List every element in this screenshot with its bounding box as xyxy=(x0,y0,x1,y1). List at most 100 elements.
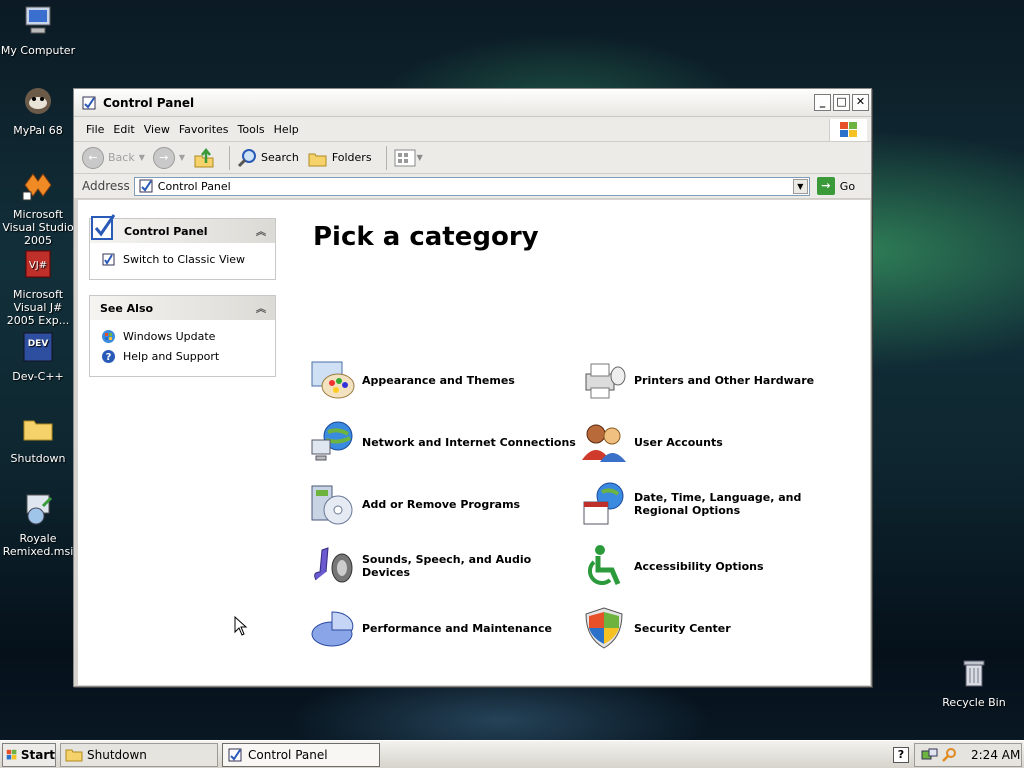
search-icon xyxy=(237,148,257,167)
category-user-accounts[interactable]: User Accounts xyxy=(580,418,850,466)
title-bar[interactable]: Control Panel _ □ ✕ xyxy=(74,89,871,117)
toolbar-separator xyxy=(385,145,387,170)
help-tray-icon[interactable]: ? xyxy=(893,747,909,763)
category-performance[interactable]: Performance and Maintenance xyxy=(308,604,578,652)
menu-help[interactable]: Help xyxy=(274,123,308,136)
svg-text:VJ#: VJ# xyxy=(29,260,47,271)
go-label: Go xyxy=(839,179,856,193)
desktop-icon-recycle-bin[interactable]: Recycle Bin xyxy=(934,656,1014,709)
category-date-time[interactable]: Date, Time, Language, and Regional Optio… xyxy=(580,480,850,528)
taskbox-header[interactable]: Control Panel ︽ xyxy=(90,214,275,243)
menu-file[interactable]: File xyxy=(74,123,113,136)
menu-bar: File Edit View Favorites Tools Help xyxy=(74,117,871,142)
minimize-button[interactable]: _ xyxy=(814,94,831,111)
taskbar-item-control-panel[interactable]: Control Panel xyxy=(222,742,380,767)
windows-update-link[interactable]: Windows Update xyxy=(90,326,275,346)
category-label: Network and Internet Connections xyxy=(362,435,576,449)
search-label: Search xyxy=(261,151,299,164)
help-icon: ? xyxy=(102,349,115,363)
search-tray-icon[interactable] xyxy=(941,747,957,763)
desktop-icon-visual-studio[interactable]: Microsoft Visual Studio 2005 xyxy=(0,168,78,247)
up-folder-button[interactable] xyxy=(193,147,215,169)
clock[interactable]: 2:24 AM xyxy=(971,748,1020,762)
category-add-remove[interactable]: Add or Remove Programs xyxy=(308,480,578,528)
views-icon xyxy=(394,149,416,166)
go-button[interactable]: → Go xyxy=(816,177,856,195)
menu-favorites[interactable]: Favorites xyxy=(179,123,238,136)
folders-label: Folders xyxy=(331,151,372,164)
page-title: Pick a category xyxy=(313,222,539,252)
desktop-icon-my-computer[interactable]: My Computer xyxy=(0,4,78,57)
network-tray-icon[interactable] xyxy=(921,747,939,763)
back-button[interactable]: ← Back ▼ xyxy=(82,146,145,169)
control-panel-large-icon xyxy=(91,214,116,240)
category-label: Security Center xyxy=(634,621,731,635)
visual-studio-icon xyxy=(22,173,52,201)
menu-tools[interactable]: Tools xyxy=(238,123,274,136)
address-field[interactable]: Control Panel ▼ xyxy=(133,176,810,196)
maximize-button[interactable]: □ xyxy=(833,94,850,111)
computer-icon xyxy=(25,6,51,34)
desktop-icon-visual-jsharp[interactable]: VJ# Microsoft Visual J# 2005 Exp... xyxy=(0,248,78,327)
switch-classic-view-label: Switch to Classic View xyxy=(123,252,246,266)
folders-button[interactable]: Folders xyxy=(307,147,372,169)
forward-button[interactable]: → ▼ xyxy=(152,146,185,169)
security-shield-icon xyxy=(585,607,623,649)
add-remove-icon xyxy=(311,485,353,525)
taskbox-header[interactable]: See Also ︽ xyxy=(90,296,275,320)
category-printers[interactable]: Printers and Other Hardware xyxy=(580,356,850,404)
sounds-icon xyxy=(314,547,353,583)
svg-text:DEV: DEV xyxy=(28,339,49,349)
desktop-icon-label: Royale Remixed.msi xyxy=(2,532,74,558)
go-arrow-icon: → xyxy=(816,177,835,195)
folder-icon xyxy=(65,749,83,761)
help-and-support-link[interactable]: ? Help and Support xyxy=(90,346,275,366)
devcpp-icon: DEV xyxy=(23,332,53,362)
chevron-down-icon: ▼ xyxy=(416,153,423,162)
category-label: Add or Remove Programs xyxy=(362,497,521,511)
desktop-icon-label: MyPal 68 xyxy=(13,124,63,137)
desktop-icon-devcpp[interactable]: DEV Dev-C++ xyxy=(0,330,78,383)
menu-view[interactable]: View xyxy=(144,123,179,136)
control-panel-taskbox: Control Panel ︽ Switch to Classic View xyxy=(89,214,276,280)
up-folder-icon xyxy=(194,147,214,167)
category-appearance[interactable]: Appearance and Themes xyxy=(308,356,578,404)
help-and-support-label: Help and Support xyxy=(123,349,220,363)
category-accessibility[interactable]: Accessibility Options xyxy=(580,542,850,590)
folders-icon xyxy=(308,153,327,166)
accessibility-icon xyxy=(587,545,621,586)
toolbar-separator xyxy=(229,145,231,170)
system-tray: 2:24 AM xyxy=(914,743,1022,767)
windows-update-label: Windows Update xyxy=(123,329,216,343)
taskbar: Start Shutdown Control Panel ? 2:24 AM xyxy=(0,740,1024,768)
control-panel-icon xyxy=(139,179,153,193)
taskbar-item-shutdown[interactable]: Shutdown xyxy=(60,742,218,767)
control-panel-icon xyxy=(82,96,96,109)
installer-icon xyxy=(26,494,53,525)
desktop-icon-mypal[interactable]: MyPal 68 xyxy=(0,84,78,137)
folder-icon xyxy=(23,420,53,441)
category-label: Appearance and Themes xyxy=(362,373,515,387)
category-security-center[interactable]: Security Center xyxy=(580,604,850,652)
performance-icon xyxy=(311,611,354,647)
toolbar: ← Back ▼ → ▼ Search Folders ▼ xyxy=(74,142,871,174)
desktop-icon-label: Shutdown xyxy=(10,452,66,465)
content-area: Control Panel ︽ Switch to Classic View S… xyxy=(78,200,870,685)
menu-edit[interactable]: Edit xyxy=(113,123,143,136)
taskbox-title: See Also xyxy=(100,301,154,315)
category-network[interactable]: Network and Internet Connections xyxy=(308,418,578,466)
search-button[interactable]: Search xyxy=(236,147,299,169)
category-sounds[interactable]: Sounds, Speech, and Audio Devices xyxy=(308,542,578,590)
switch-classic-view-link[interactable]: Switch to Classic View xyxy=(90,249,275,269)
address-value: Control Panel xyxy=(157,179,231,193)
collapse-chevron-icon[interactable]: ︽ xyxy=(256,300,266,315)
desktop-icon-royale[interactable]: Royale Remixed.msi xyxy=(0,492,78,558)
address-dropdown-button[interactable]: ▼ xyxy=(792,178,808,194)
start-button[interactable]: Start xyxy=(2,742,56,767)
desktop-icon-label: Recycle Bin xyxy=(942,696,1006,709)
collapse-chevron-icon[interactable]: ︽ xyxy=(256,223,266,238)
views-button[interactable]: ▼ xyxy=(393,148,423,168)
visual-jsharp-icon: VJ# xyxy=(25,250,51,278)
close-button[interactable]: ✕ xyxy=(852,94,869,111)
desktop-icon-shutdown[interactable]: Shutdown xyxy=(0,412,78,465)
